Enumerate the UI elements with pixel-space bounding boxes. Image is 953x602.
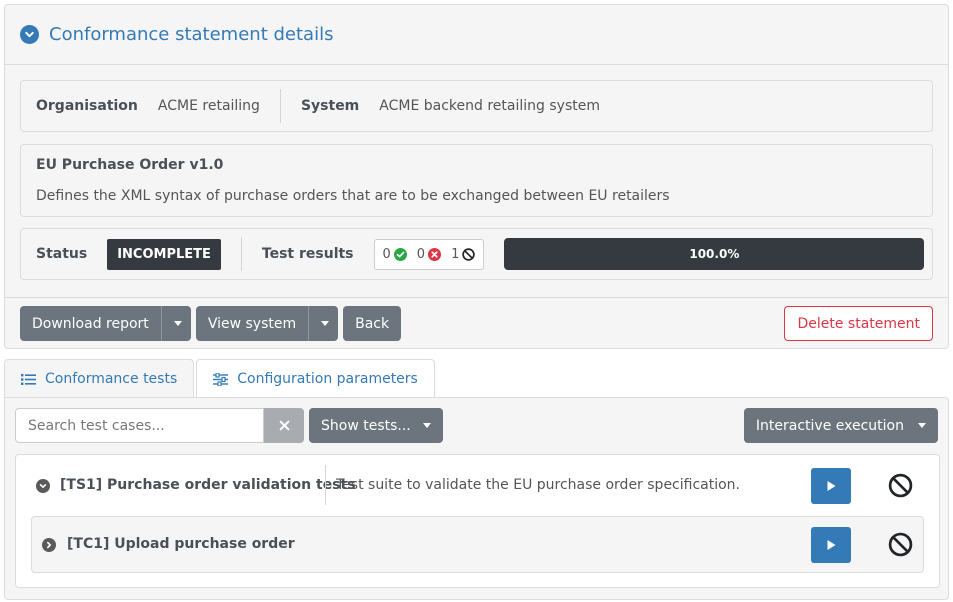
organisation-value: ACME retailing: [157, 98, 260, 114]
status-label: Status: [36, 246, 88, 262]
tab-conformance-tests[interactable]: Conformance tests: [4, 359, 195, 398]
ban-icon: [462, 247, 476, 261]
test-suite-title: [TS1] Purchase order validation tests: [60, 477, 356, 493]
tab-conformance-tests-label: Conformance tests: [45, 371, 178, 387]
tab-configuration-parameters-label: Configuration parameters: [237, 371, 418, 387]
chevron-down-icon[interactable]: [36, 479, 50, 493]
test-result-counts: 0 0 1: [373, 238, 485, 270]
passed-count: 0: [382, 246, 391, 262]
show-tests-button[interactable]: Show tests...: [309, 408, 443, 443]
test-results-label: Test results: [261, 246, 354, 262]
specification-description: Defines the XML syntax of purchase order…: [36, 188, 670, 204]
ban-icon[interactable]: [888, 532, 913, 557]
divider: [325, 465, 326, 505]
chevron-right-icon[interactable]: [42, 538, 56, 552]
run-test-case-button[interactable]: [811, 527, 851, 563]
divider: [279, 89, 281, 123]
tab-bar: Conformance tests Configuration paramete…: [4, 359, 437, 398]
show-tests-label: Show tests...: [321, 417, 411, 434]
play-icon: [827, 481, 835, 491]
test-suite-row[interactable]: [TS1] Purchase order validation tests Te…: [16, 455, 939, 515]
interactive-execution-button[interactable]: Interactive execution: [743, 408, 938, 443]
panel-title: Conformance statement details: [49, 24, 334, 45]
test-case-row[interactable]: [TC1] Upload purchase order: [31, 516, 924, 573]
play-icon: [827, 540, 835, 550]
caret-down-icon: [918, 423, 926, 428]
test-suite-card: [TS1] Purchase order validation tests Te…: [15, 454, 940, 588]
search-input[interactable]: [15, 408, 264, 443]
search-group: [15, 408, 304, 443]
status-box: Status INCOMPLETE Test results 0 0 1 100…: [20, 228, 933, 280]
view-system-label: View system: [207, 315, 297, 332]
view-system-button[interactable]: View system: [195, 306, 339, 341]
caret-down-icon: [173, 321, 182, 326]
tab-configuration-parameters[interactable]: Configuration parameters: [196, 359, 435, 398]
test-case-title: [TC1] Upload purchase order: [67, 536, 295, 552]
download-report-button[interactable]: Download report: [20, 306, 191, 341]
back-button[interactable]: Back: [343, 306, 402, 341]
panel-header[interactable]: Conformance statement details: [5, 5, 948, 65]
download-report-dropdown[interactable]: [160, 306, 191, 341]
undefined-count: 1: [451, 246, 460, 262]
system-label: System: [300, 98, 360, 114]
specification-box: EU Purchase Order v1.0 Defines the XML s…: [20, 144, 933, 217]
clear-search-button[interactable]: [264, 408, 304, 443]
run-test-suite-button[interactable]: [811, 468, 851, 504]
chevron-down-icon[interactable]: [20, 25, 39, 44]
info-box: Organisation ACME retailing System ACME …: [20, 80, 933, 132]
organisation-label: Organisation: [36, 98, 138, 114]
progress-bar: 100.0%: [504, 238, 925, 270]
conformance-tests-panel: Show tests... Interactive execution [TS1…: [4, 397, 949, 600]
caret-down-icon: [422, 423, 431, 428]
progress-text: 100.0%: [689, 247, 740, 261]
action-toolbar: Download report View system Back Delete …: [5, 297, 948, 349]
divider: [240, 237, 242, 271]
download-report-label: Download report: [32, 315, 149, 332]
system-value: ACME backend retailing system: [379, 98, 600, 114]
view-system-dropdown[interactable]: [308, 306, 338, 341]
check-circle-icon: [393, 247, 407, 261]
test-suite-description: Test suite to validate the EU purchase o…: [336, 477, 741, 493]
list-icon: [21, 373, 36, 385]
delete-statement-button[interactable]: Delete statement: [784, 306, 933, 341]
status-badge: INCOMPLETE: [107, 238, 221, 270]
statement-panel: Conformance statement details Organisati…: [4, 4, 949, 349]
sliders-icon: [213, 372, 229, 386]
caret-down-icon: [321, 321, 330, 326]
times-circle-icon: [428, 247, 442, 261]
specification-name: EU Purchase Order v1.0: [36, 157, 224, 173]
failed-count: 0: [416, 246, 426, 262]
ban-icon[interactable]: [888, 473, 913, 498]
close-icon: [279, 420, 289, 431]
interactive-execution-label: Interactive execution: [755, 417, 904, 434]
